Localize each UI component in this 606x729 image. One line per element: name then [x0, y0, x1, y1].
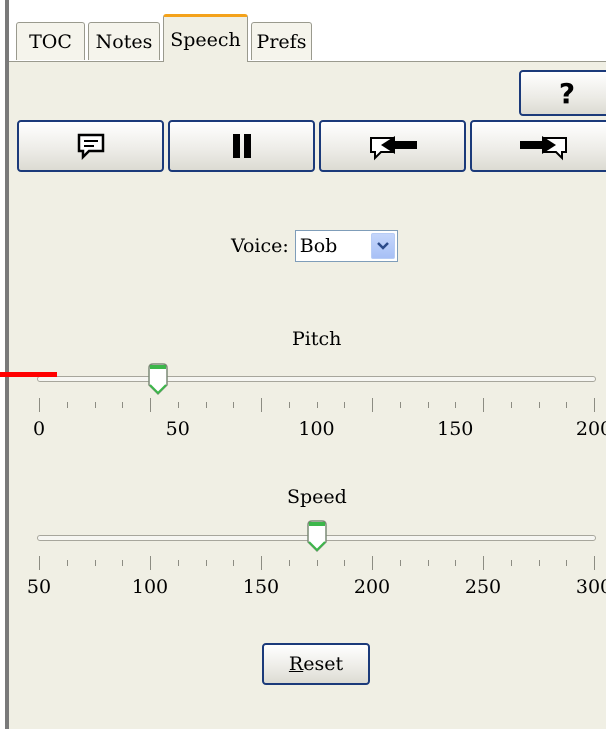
pitch-label: Pitch: [292, 328, 342, 350]
speed-tick: [372, 556, 373, 570]
pitch-tick: [566, 402, 568, 408]
speed-tick: [205, 560, 207, 566]
next-button[interactable]: [470, 120, 606, 172]
pause-button[interactable]: [168, 120, 315, 172]
voice-select[interactable]: Bob: [294, 230, 398, 262]
speed-tick-label: 300: [575, 576, 606, 598]
arrow-right-bubble-icon: [519, 136, 567, 161]
pitch-tick: [372, 398, 373, 412]
pitch-tick: [288, 402, 290, 408]
pitch-slider-thumb[interactable]: [147, 362, 169, 396]
pitch-tick: [39, 398, 40, 412]
pitch-tick: [233, 402, 235, 408]
speed-tick: [344, 560, 346, 566]
speech-bubble-icon: [77, 133, 104, 160]
tab-prefs[interactable]: Prefs: [251, 22, 312, 60]
pitch-tick: [150, 398, 151, 412]
pitch-tick: [427, 402, 429, 408]
pitch-tick: [177, 402, 179, 408]
speed-label: Speed: [287, 486, 347, 508]
pitch-tick-label: 0: [32, 418, 46, 440]
pitch-tick: [510, 402, 512, 408]
pitch-tick-label: 50: [165, 418, 190, 440]
speed-tick: [566, 560, 568, 566]
speed-tick-label: 200: [353, 576, 391, 598]
voice-label: Voice:: [231, 235, 289, 257]
reset-label: Reset: [288, 653, 344, 675]
pitch-tick-label: 150: [437, 418, 474, 440]
speed-tick: [94, 560, 96, 566]
pitch-track[interactable]: [37, 376, 596, 382]
speed-tick: [316, 560, 318, 566]
speed-tick: [399, 560, 401, 566]
tab-notes[interactable]: Notes: [88, 22, 160, 60]
speed-tick: [233, 560, 235, 566]
voice-value: Bob: [299, 235, 338, 257]
speed-tick: [150, 556, 151, 570]
pitch-tick: [594, 398, 595, 412]
speed-tick: [122, 560, 124, 566]
pitch-tick: [205, 402, 207, 408]
red-marker: [0, 372, 57, 377]
speed-tick-label: 250: [464, 576, 502, 598]
pitch-tick: [538, 402, 540, 408]
speed-tick-label: 100: [131, 576, 169, 598]
speed-tick: [483, 556, 484, 570]
pitch-tick: [399, 402, 401, 408]
arrow-left-bubble-icon: [369, 136, 417, 161]
tab-toc[interactable]: TOC: [16, 22, 85, 60]
help-label: ?: [558, 76, 576, 110]
speak-button[interactable]: [17, 120, 164, 172]
help-button[interactable]: ?: [519, 70, 606, 116]
speed-tick-label: 150: [242, 576, 280, 598]
speed-tick: [261, 556, 262, 570]
speed-tick: [510, 560, 512, 566]
reset-button[interactable]: Reset: [262, 643, 370, 685]
speed-tick-label: 50: [26, 576, 52, 598]
chevron-down-icon[interactable]: [370, 233, 395, 259]
speech-panel: [9, 0, 606, 729]
voice-row: Voice: Bob: [231, 228, 398, 264]
pitch-tick: [483, 398, 484, 412]
speed-tick: [288, 560, 290, 566]
tab-speech[interactable]: Speech: [163, 14, 248, 62]
pitch-tick: [66, 402, 68, 408]
tab-prefs-label: Prefs: [256, 30, 307, 53]
tab-notes-label: Notes: [95, 30, 153, 53]
tab-divider: [9, 61, 606, 62]
speed-slider-thumb[interactable]: [306, 519, 328, 553]
pitch-tick: [94, 402, 96, 408]
pitch-tick-label: 100: [298, 418, 335, 440]
previous-button[interactable]: [319, 120, 466, 172]
pitch-tick-label: 200: [575, 418, 606, 440]
left-border: [0, 0, 9, 729]
tab-toc-label: TOC: [29, 30, 72, 53]
pitch-tick: [261, 398, 262, 412]
speed-tick: [427, 560, 429, 566]
pitch-tick: [455, 402, 457, 408]
pitch-tick: [344, 402, 346, 408]
speed-tick: [538, 560, 540, 566]
pause-icon: [232, 134, 251, 158]
pitch-tick: [122, 402, 124, 408]
speed-tick: [39, 556, 40, 570]
speed-tick: [66, 560, 68, 566]
speed-tick: [455, 560, 457, 566]
tab-speech-label: Speech: [170, 28, 241, 51]
speed-tick: [594, 556, 595, 570]
pitch-tick: [316, 402, 318, 408]
speed-tick: [177, 560, 179, 566]
